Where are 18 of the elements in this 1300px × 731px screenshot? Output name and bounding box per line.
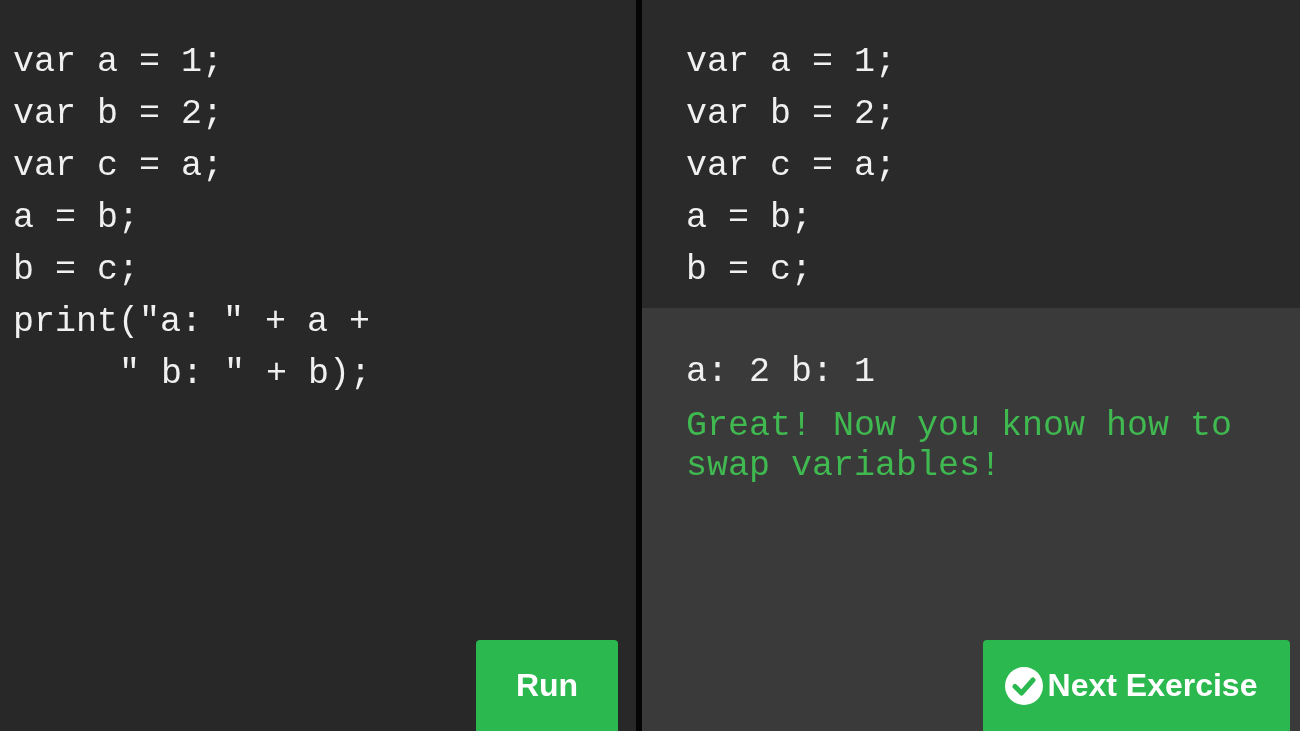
code-line: var c = a;: [13, 145, 224, 188]
code-line: print("a: " + a +: [13, 301, 371, 344]
code-line: " b: " + b);: [118, 353, 372, 396]
code-line: var b = 2;: [13, 93, 224, 136]
code-line: var a = 1;: [686, 41, 897, 84]
code-line: a = b;: [686, 197, 813, 240]
code-editor[interactable]: var a = 1; var b = 2; var c = a; a = b; b = c; print("a: " + a + " b: " + b); Run: [0, 0, 636, 731]
code-line: a = b;: [13, 197, 140, 240]
check-circle-icon: [1003, 665, 1044, 706]
output-text: a: 2 b: 1: [686, 351, 876, 394]
run-button[interactable]: Run: [476, 640, 618, 731]
code-line: var a = 1;: [13, 41, 224, 84]
success-message: Great! Now you know how to swap variables!: [686, 406, 1234, 486]
code-line: var c = a;: [686, 145, 897, 188]
next-exercise-button[interactable]: Next Exercise: [983, 640, 1290, 731]
code-line: var b = 2;: [686, 93, 897, 136]
code-line: b = c;: [13, 249, 140, 292]
code-line: b = c;: [686, 249, 813, 292]
